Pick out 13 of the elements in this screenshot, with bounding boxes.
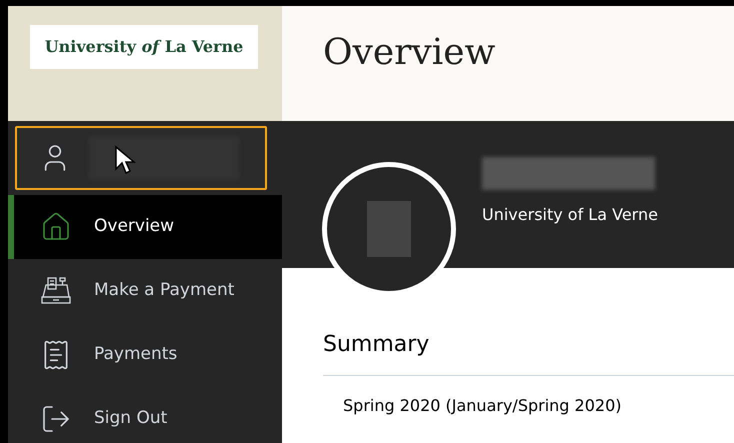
nav-item[interactable]: Make a Payment — [8, 259, 282, 323]
home-icon — [40, 211, 72, 243]
photo-placeholder — [367, 201, 411, 257]
term-row[interactable]: Spring 2020 (January/Spring 2020) — [323, 376, 734, 418]
nav-item[interactable]: Overview — [8, 195, 282, 259]
nav-item[interactable]: Payments — [8, 323, 282, 387]
page-title: Overview — [323, 31, 496, 75]
logo: University of La Verne — [30, 25, 258, 69]
institution-name: University of La Verne — [482, 204, 658, 226]
summary-heading: Summary — [323, 331, 430, 359]
user-account-button[interactable] — [15, 126, 267, 190]
nav-item[interactable]: Sign Out — [8, 387, 282, 443]
cursor-icon — [114, 145, 136, 175]
